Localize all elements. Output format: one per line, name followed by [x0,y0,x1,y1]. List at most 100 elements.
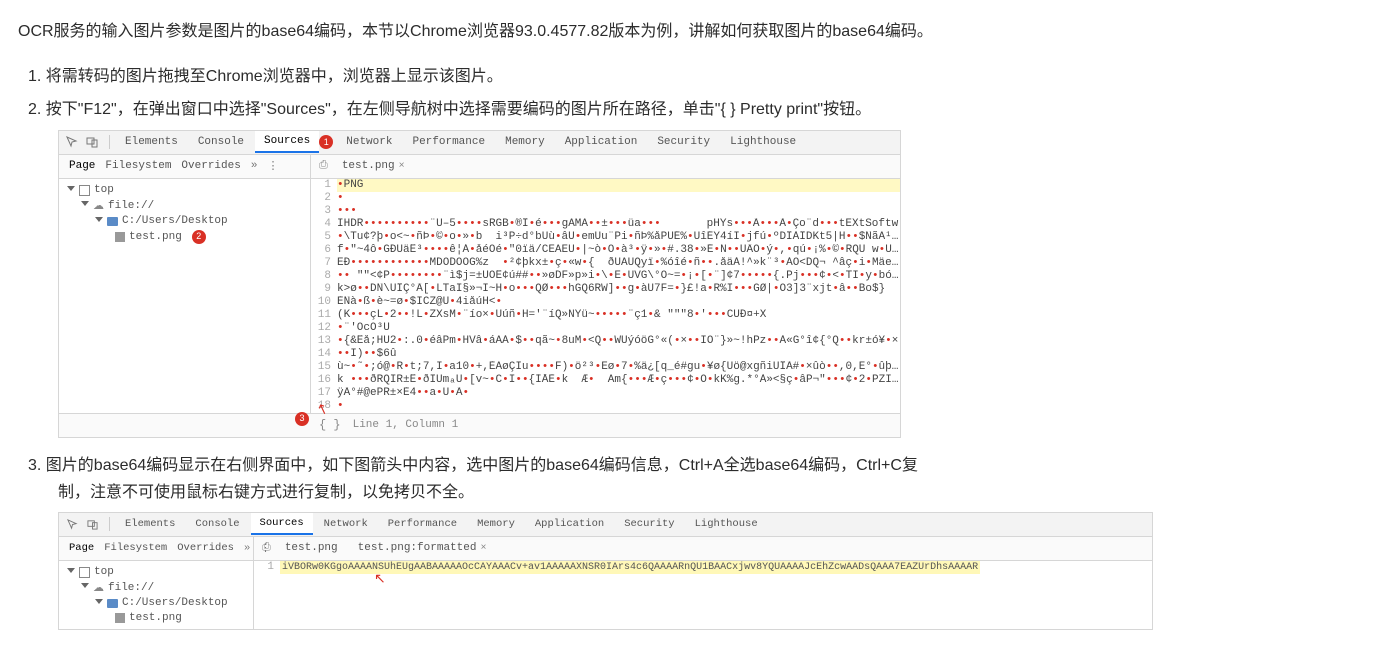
tab-memory[interactable]: Memory [496,132,554,152]
subtab-menu-icon[interactable]: ⋮ [267,159,278,173]
file-tree: top ☁file:// C:/Users/Desktop test.png 2 [59,179,311,413]
line-number: 11 [311,309,337,322]
code-line: ••• [337,205,900,218]
close-icon[interactable]: × [480,543,486,554]
step-1: 1. 将需转码的图片拖拽至Chrome浏览器中，浏览器上显示该图片。 [28,63,1377,90]
line-number: 5 [311,231,337,244]
code-line: ÿÃ°#@ePR±×È4••a•Ü•Ã• [337,387,900,400]
file-icon [115,613,125,623]
tab-security[interactable]: Security [615,514,683,534]
code-line: •{&Êå;HÛ2•:.0•éâPm•HVâ•áÄÀ•$••qã~•8uM•<Q… [337,335,900,348]
source-code-view[interactable]: 1•PNG2•3•••4IHDR••••••••••¨Ù–5••••sRGB•®… [311,179,900,413]
subtab-overrides[interactable]: Overrides [177,542,234,554]
folder-icon [107,599,118,608]
cursor-location: Line 1, Column 1 [349,419,459,431]
arrow-icon: ↖ [374,574,1152,587]
tab-sources[interactable]: Sources [251,513,313,535]
toggle-pane-icon[interactable]: ⎙ [262,542,271,554]
tab-performance[interactable]: Performance [379,514,466,534]
line-number: 6 [311,244,337,257]
tree-top[interactable]: top [67,183,310,198]
tree-scheme[interactable]: ☁file:// [67,198,310,214]
intro-paragraph: OCR服务的输入图片参数是图片的base64编码，本节以Chrome浏览器93.… [18,18,1377,45]
sources-sub-bar: Page Filesystem Overrides » ⋮ ⎙ test.png… [59,155,900,179]
tab-lighthouse[interactable]: Lighthouse [721,132,805,152]
tab-elements[interactable]: Elements [116,514,184,534]
tab-lighthouse[interactable]: Lighthouse [686,514,767,534]
open-file-tab-1[interactable]: test.png [279,540,344,556]
subtab-overrides[interactable]: Overrides [181,160,240,172]
tab-network[interactable]: Network [315,514,377,534]
code-line: (K•••çL•2••!L•ZXsM•¨ío×•Ûúñ•H='¨íQ»NYü~•… [337,309,900,322]
file-tree-2: top ☁file:// C:/Users/Desktop test.png [59,561,254,629]
tab-console[interactable]: Console [186,514,248,534]
code-line: •PNG [337,179,900,192]
subtab-filesystem[interactable]: Filesystem [104,542,167,554]
line-number: 7 [311,257,337,270]
line-number: 17 [311,387,337,400]
tree-file[interactable]: test.png [67,611,253,625]
tab-memory[interactable]: Memory [468,514,524,534]
code-line: EÐ••••••••••••MDÒDOÔG%z •²¢þkx±•ç•«w•{ ð… [337,257,900,270]
source-code-view-2[interactable]: 1 iVBORw0KGgoAAAANSUhEUgAABAAAAAOcCAYAAA… [254,561,1152,629]
code-line: ù~•˜•;ó@•R•t;7,Ï•a10•+,ÈAøÇÏu••••F)•ö²³•… [337,361,900,374]
line-number: 8 [311,270,337,283]
tab-elements[interactable]: Elements [116,132,187,152]
tree-folder[interactable]: C:/Users/Desktop [67,214,310,229]
line-number: 12 [311,322,337,335]
inspect-icon[interactable] [65,517,79,531]
open-file-tab-formatted[interactable]: test.png:formatted × [352,540,493,556]
tree-folder[interactable]: C:/Users/Desktop [67,596,253,611]
cloud-icon: ☁ [93,199,104,213]
code-line: • [337,192,900,205]
sources-sub-bar-2: Page Filesystem Overrides » ⋮ ⎙ test.png… [59,537,1152,561]
toggle-pane-icon[interactable]: ⎙ [319,160,328,172]
code-line: ÈÑà•ß•è~=ø•$ÏCZ@Û•4iåúH<• [337,296,900,309]
line-number: 9 [311,283,337,296]
tab-application[interactable]: Application [526,514,613,534]
line-number: 13 [311,335,337,348]
pretty-print-button[interactable]: { } [311,418,349,432]
line-number: 16 [311,374,337,387]
device-toggle-icon[interactable] [85,135,99,149]
devtools-screenshot-2: Elements Console Sources Network Perform… [58,512,1153,630]
line-number: 2 [311,192,337,205]
step-3-line-1: 3. 图片的base64编码显示在右侧界面中，如下图箭头中内容，选中图片的bas… [28,452,1377,479]
step-2: 2. 按下"F12"，在弹出窗口中选择"Sources"，在左侧导航树中选择需要… [28,96,1377,123]
subtab-more[interactable]: » [244,542,250,554]
folder-icon [107,217,118,226]
marker-2: 2 [192,230,206,244]
tree-top[interactable]: top [67,565,253,580]
line-number: 15 [311,361,337,374]
inspect-icon[interactable] [65,135,79,149]
subtab-filesystem[interactable]: Filesystem [105,160,171,172]
device-toggle-icon[interactable] [85,517,99,531]
line-number: 1 [254,561,280,574]
close-icon[interactable]: × [399,161,405,172]
file-icon [115,232,125,242]
tab-application[interactable]: Application [556,132,647,152]
code-line: ••¯""<¢P••••••••¨ì$j=±ÙÔÊ¢ú##••»øDF»p»i•… [337,270,900,283]
code-line: k¯•••ðRQÏR±Ê•ðÏÙmₐÚ•[v~•C•Ï••{ÍÅÈ•k Æ• Ä… [337,374,900,387]
tab-security[interactable]: Security [648,132,719,152]
subtab-page[interactable]: Page [69,542,94,554]
line-number: 3 [311,205,337,218]
tree-scheme[interactable]: ☁file:// [67,580,253,596]
tree-file[interactable]: test.png 2 [67,229,310,245]
devtools-screenshot-1: Elements Console Sources 1 Network Perfo… [58,130,901,438]
subtab-more[interactable]: » [251,160,258,172]
tab-console[interactable]: Console [189,132,253,152]
devtools-tab-bar-2: Elements Console Sources Network Perform… [59,513,1152,537]
code-footer: ↘ 3 { } Line 1, Column 1 [59,413,900,437]
open-file-tab[interactable]: test.png × [336,158,411,174]
marker-3: 3 [295,412,309,426]
frame-icon [79,567,90,578]
line-number: 14 [311,348,337,361]
tab-performance[interactable]: Performance [403,132,494,152]
subtab-page[interactable]: Page [69,160,95,172]
step-3-line-2: 制，注意不可使用鼠标右键方式进行复制，以免拷贝不全。 [58,479,1377,506]
tab-sources[interactable]: Sources [255,131,319,153]
code-line: •¨'ÔcÔ³Û [337,322,900,335]
tab-network[interactable]: Network [337,132,401,152]
code-line: k>ø••DÑ\ÙÎÇ°Â[•LTaI§»¬Ï~H•o•••QØ•••hGQ6R… [337,283,900,296]
